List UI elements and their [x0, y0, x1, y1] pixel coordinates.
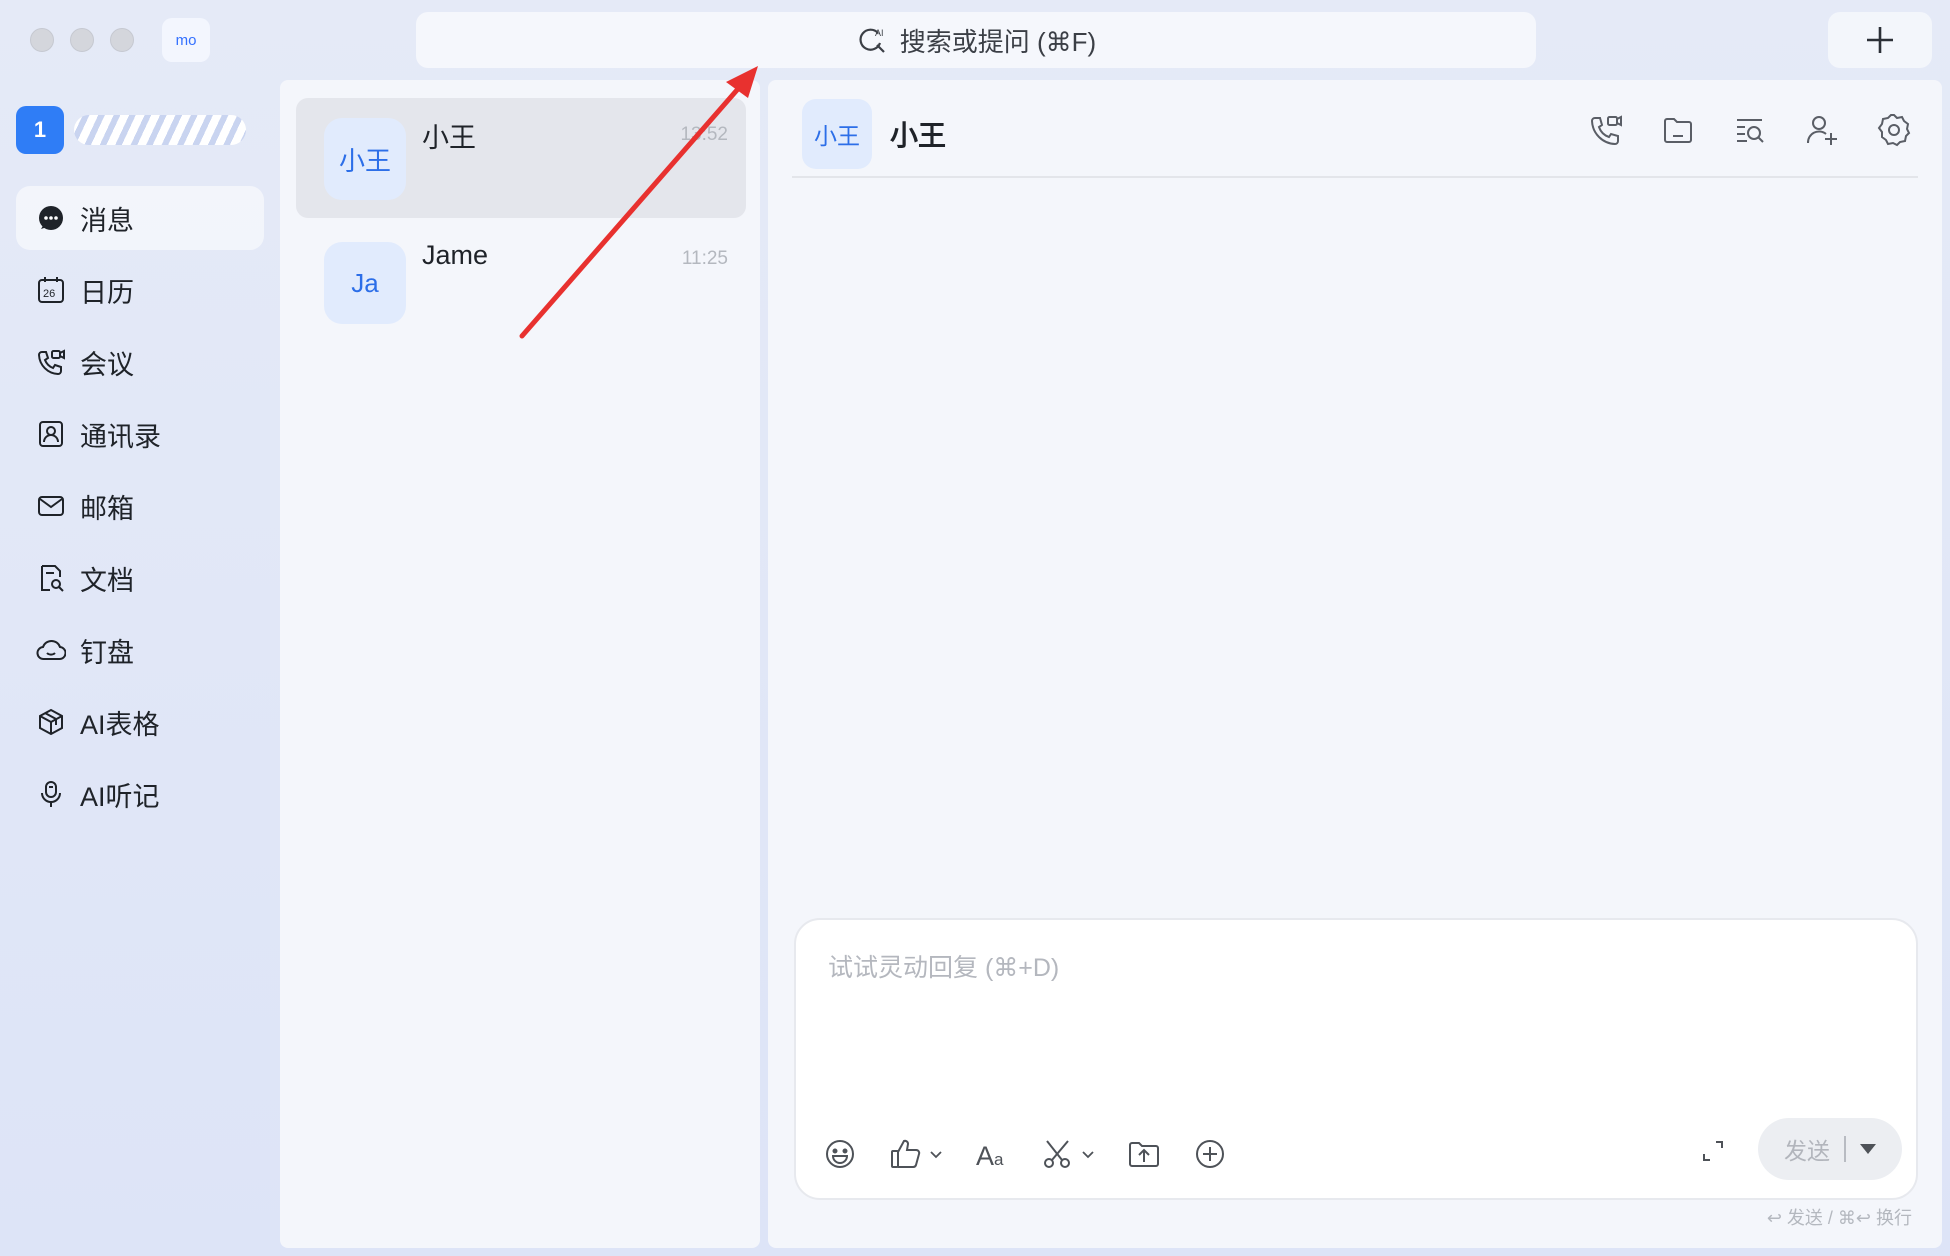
add-circle-icon	[1196, 1140, 1224, 1168]
chat-list-panel: 小王 小王 13:52 Ja Jame 11:25	[280, 80, 760, 1248]
redacted-user-name	[74, 115, 246, 145]
sidebar-item-label: 邮箱	[80, 493, 134, 524]
plus-icon	[1867, 27, 1893, 53]
avatar: 小王	[324, 118, 406, 200]
app-window: mo AI 搜索或提问 (⌘F) 1 消息 26 日历 会议 通讯录 邮箱 文档…	[0, 0, 1950, 1256]
avatar[interactable]: 小王	[802, 99, 872, 169]
ai-transcribe-icon	[41, 781, 61, 807]
emoji-icon	[826, 1140, 854, 1168]
sidebar-item-label: 日历	[80, 277, 134, 308]
quick-reaction-button[interactable]	[888, 1136, 944, 1172]
screenshot-button[interactable]	[1040, 1136, 1096, 1172]
sidebar-item-docs[interactable]: 文档	[16, 546, 264, 610]
chat-list-item[interactable]: Ja Jame 11:25	[296, 222, 746, 342]
sidebar-item-ai-table[interactable]: AI表格	[16, 690, 264, 754]
chat-name: 小王	[422, 123, 476, 153]
send-divider	[1844, 1136, 1846, 1162]
avatar: Ja	[324, 242, 406, 324]
zoom-window-button[interactable]	[110, 28, 134, 52]
scissors-icon	[1044, 1140, 1070, 1168]
thumbs-up-icon	[891, 1139, 921, 1168]
conversation-toolbar	[1588, 112, 1912, 148]
sidebar-item-mail[interactable]: 邮箱	[16, 474, 264, 538]
sidebar-item-label: 消息	[80, 205, 134, 236]
svg-text:A: A	[976, 1141, 994, 1171]
add-member-icon	[1806, 116, 1837, 145]
sidebar-item-label: 钉盘	[80, 637, 134, 668]
composer-toolbar: A a	[822, 1136, 1228, 1172]
send-button[interactable]: 发送	[1758, 1118, 1902, 1180]
docs-icon	[41, 565, 64, 592]
send-options-icon[interactable]	[1860, 1144, 1876, 1154]
message-icon	[39, 206, 63, 230]
add-member-button[interactable]	[1804, 112, 1840, 148]
call-button[interactable]	[1588, 112, 1624, 148]
meeting-icon	[37, 349, 65, 376]
mail-icon	[38, 496, 64, 516]
settings-icon	[1877, 114, 1911, 147]
sidebar-item-label: AI表格	[80, 709, 160, 740]
close-window-button[interactable]	[30, 28, 54, 52]
search-history-button[interactable]	[1732, 112, 1768, 148]
search-placeholder: 搜索或提问 (⌘F)	[899, 26, 1097, 57]
conversation-panel: 小王 小王 试试灵动回复 (⌘+D) A a 发送 ↩ 发送 / ⌘↩ 换行	[768, 80, 1942, 1248]
expand-icon[interactable]	[1698, 1136, 1728, 1166]
svg-text:26: 26	[43, 288, 55, 300]
window-controls	[30, 28, 134, 52]
sidebar-item-calendar[interactable]: 26 日历	[16, 258, 264, 322]
chevron-down-icon	[1082, 1151, 1094, 1159]
user-profile[interactable]: 1	[16, 106, 246, 154]
upload-folder-icon	[1129, 1142, 1159, 1167]
sidebar-item-drive[interactable]: 钉盘	[16, 618, 264, 682]
chevron-down-icon	[930, 1151, 942, 1159]
chat-time: 11:25	[681, 248, 728, 269]
minimize-window-button[interactable]	[70, 28, 94, 52]
conversation-settings-button[interactable]	[1876, 112, 1912, 148]
org-badge: 1	[16, 106, 64, 154]
chat-list-item[interactable]: 小王 小王 13:52	[296, 98, 746, 218]
contacts-icon	[39, 421, 63, 447]
emoji-button[interactable]	[822, 1136, 858, 1172]
sidebar-item-messages[interactable]: 消息	[16, 186, 264, 250]
new-item-button[interactable]	[1828, 12, 1932, 68]
upload-file-button[interactable]	[1126, 1136, 1162, 1172]
sidebar-item-ai-transcribe[interactable]: AI听记	[16, 762, 264, 826]
svg-text:a: a	[994, 1150, 1004, 1169]
sidebar-item-contacts[interactable]: 通讯录	[16, 402, 264, 466]
folder-icon	[1664, 118, 1692, 143]
files-button[interactable]	[1660, 112, 1696, 148]
message-composer[interactable]: 试试灵动回复 (⌘+D) A a 发送	[794, 918, 1918, 1200]
font-style-icon: A a	[976, 1141, 1004, 1171]
sidebar-item-label: 会议	[80, 349, 134, 380]
cloud-drive-icon	[36, 640, 66, 660]
calendar-icon: 26	[38, 277, 64, 303]
workspace-badge[interactable]: mo	[162, 18, 210, 62]
ai-table-icon	[39, 708, 63, 736]
svg-text:AI: AI	[875, 28, 884, 38]
more-actions-button[interactable]	[1192, 1136, 1228, 1172]
sidebar-item-label: AI听记	[80, 781, 160, 812]
composer-placeholder: 试试灵动回复 (⌘+D)	[828, 954, 1060, 982]
send-shortcut-hint: ↩ 发送 / ⌘↩ 换行	[1766, 1208, 1912, 1228]
call-icon	[1590, 115, 1622, 146]
search-bar[interactable]: AI 搜索或提问 (⌘F)	[416, 12, 1536, 68]
sidebar-item-meetings[interactable]: 会议	[16, 330, 264, 394]
ai-search-icon: AI	[859, 28, 885, 53]
sidebar-nav: 消息 26 日历 会议 通讯录 邮箱 文档 钉盘 AI表格 AI听记	[16, 186, 264, 834]
chat-time: 13:52	[680, 124, 728, 145]
conversation-header: 小王 小王	[792, 92, 1918, 178]
send-label: 发送	[1784, 1138, 1830, 1164]
sidebar-item-label: 文档	[80, 565, 134, 596]
conversation-title: 小王	[890, 120, 947, 151]
sidebar-item-label: 通讯录	[80, 421, 161, 452]
chat-name: Jame	[422, 240, 489, 270]
format-button[interactable]: A a	[974, 1136, 1010, 1172]
search-history-icon	[1737, 119, 1764, 143]
